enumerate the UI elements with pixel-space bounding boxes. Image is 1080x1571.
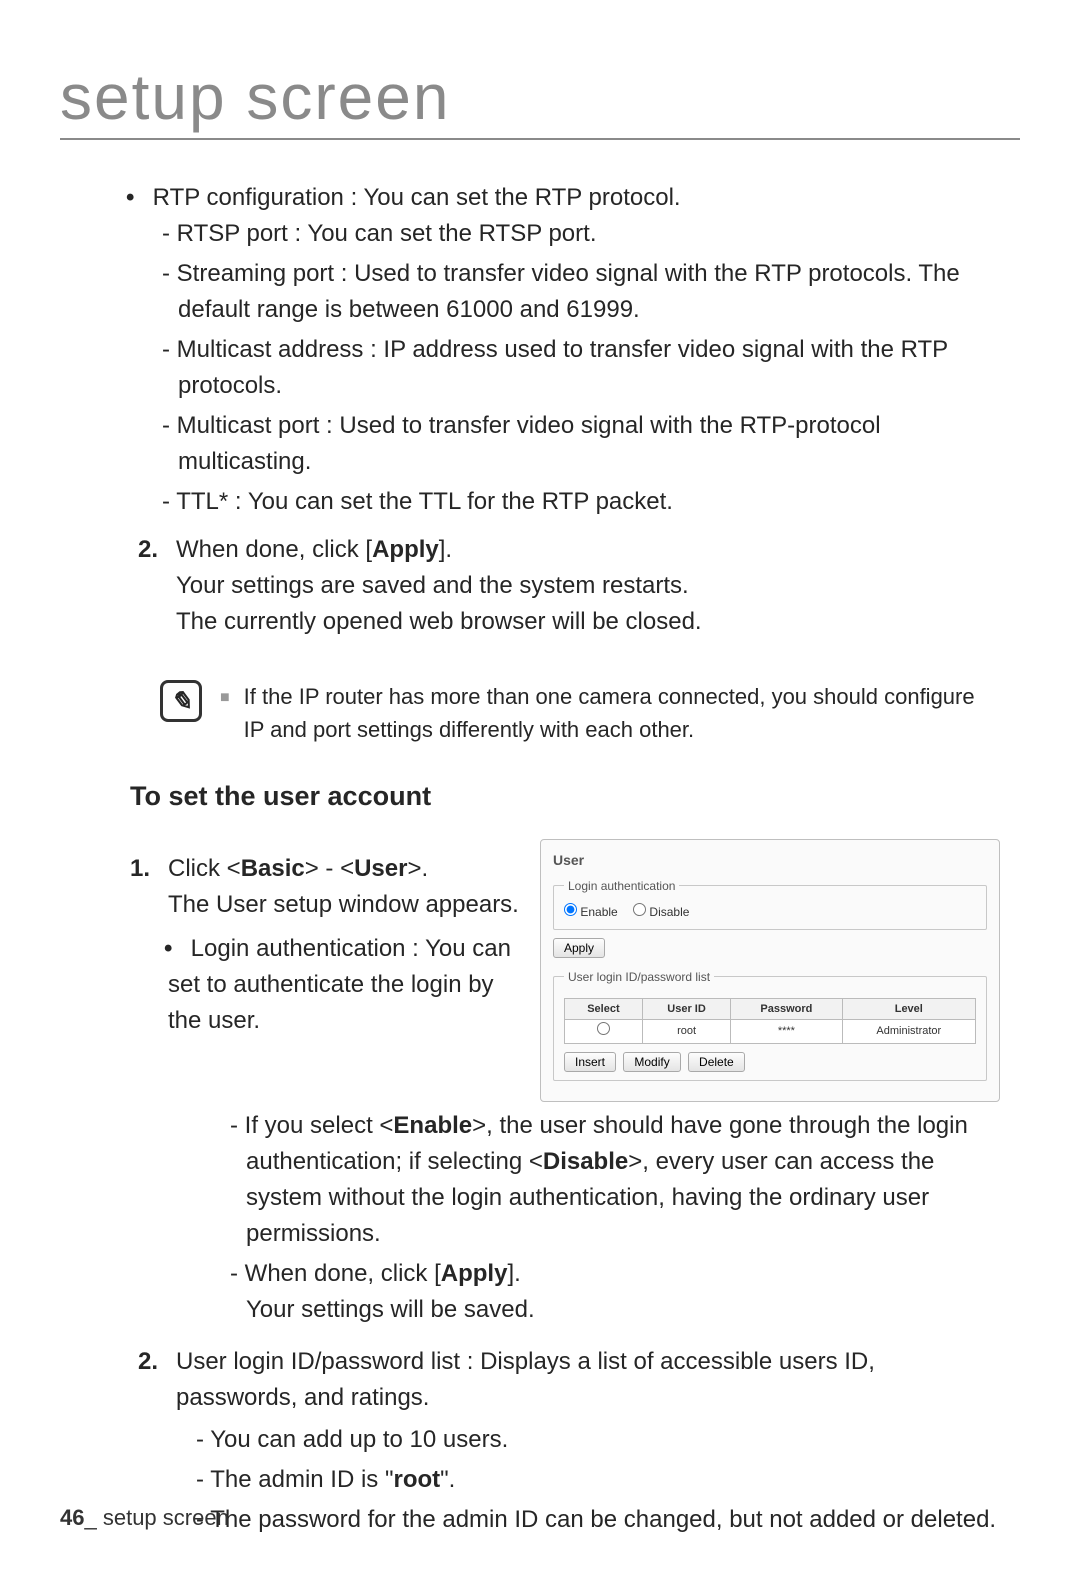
- table-row: root **** Administrator: [565, 1020, 976, 1044]
- th-level: Level: [842, 998, 975, 1020]
- s1-bullet: Login authentication : You can set to au…: [168, 935, 511, 1034]
- rtp-item-1: Streaming port : Used to transfer video …: [162, 256, 1000, 328]
- th-select: Select: [565, 998, 643, 1020]
- rtp-item-3: Multicast port : Used to transfer video …: [162, 408, 1000, 480]
- disable-label: Disable: [649, 905, 689, 919]
- s1-d1a: If you select <: [245, 1112, 394, 1139]
- step2-number: 2.: [138, 532, 166, 640]
- row-select-radio[interactable]: [597, 1022, 610, 1035]
- s1-d2-line2: Your settings will be saved.: [246, 1296, 535, 1323]
- insert-button[interactable]: Insert: [564, 1052, 616, 1072]
- user-list-legend: User login ID/password list: [564, 968, 714, 986]
- user-list-fieldset: User login ID/password list Select User …: [553, 968, 987, 1081]
- rtp-item-0: RTSP port : You can set the RTSP port.: [162, 216, 1000, 252]
- s1-disable-bold: Disable: [543, 1148, 628, 1175]
- page-title: setup screen: [60, 60, 1020, 140]
- s1-l1e: >.: [407, 855, 428, 882]
- footer-label: setup screen: [103, 1505, 229, 1530]
- s1-enable-bold: Enable: [393, 1112, 472, 1139]
- row-level: Administrator: [842, 1020, 975, 1044]
- page-number: 46: [60, 1505, 84, 1530]
- radio-disable[interactable]: Disable: [633, 905, 689, 919]
- rtp-item-2: Multicast address : IP address used to t…: [162, 332, 1000, 404]
- s2-root-bold: root: [393, 1466, 440, 1493]
- s1-user: User: [354, 855, 407, 882]
- step2-text-c: ].: [439, 536, 452, 563]
- s1-l2: The User setup window appears.: [168, 891, 519, 918]
- s1-l1a: Click <: [168, 855, 241, 882]
- login-auth-legend: Login authentication: [564, 877, 679, 895]
- th-userid: User ID: [642, 998, 730, 1020]
- s2-item-a: You can add up to 10 users.: [196, 1422, 1000, 1458]
- step2-text-a: When done, click [: [176, 536, 372, 563]
- note-icon: ✎: [160, 680, 202, 722]
- radio-enable[interactable]: Enable: [564, 905, 618, 919]
- s2-item-c: The password for the admin ID can be cha…: [196, 1502, 1000, 1538]
- page-footer: 46_ setup screen: [60, 1505, 229, 1531]
- s1-l1c: > - <: [305, 855, 354, 882]
- apply-label: Apply: [372, 536, 439, 563]
- s2-item-b: The admin ID is "root".: [196, 1462, 1000, 1498]
- user-panel-figure: User Login authentication Enable Disable…: [540, 839, 1000, 1102]
- user-table: Select User ID Password Level root **** …: [564, 998, 976, 1044]
- enable-label: Enable: [580, 905, 617, 919]
- modify-button[interactable]: Modify: [623, 1052, 680, 1072]
- apply-button[interactable]: Apply: [553, 938, 605, 958]
- s1-d2a: When done, click [: [245, 1260, 441, 1287]
- note-text: If the IP router has more than one camer…: [244, 680, 1000, 746]
- content-body: RTP configuration : You can set the RTP …: [60, 180, 1020, 1542]
- s2-b-pre: The admin ID is ": [210, 1466, 393, 1493]
- delete-button[interactable]: Delete: [688, 1052, 745, 1072]
- note-bullet-icon: ■: [220, 686, 230, 710]
- s1-basic: Basic: [241, 855, 305, 882]
- th-password: Password: [731, 998, 842, 1020]
- step2-line2: Your settings are saved and the system r…: [176, 572, 689, 599]
- s1-d2c: ].: [507, 1260, 520, 1287]
- step2-line3: The currently opened web browser will be…: [176, 608, 702, 635]
- rtp-item-4: TTL* : You can set the TTL for the RTP p…: [162, 484, 1000, 520]
- s1-dash2: When done, click [Apply]. Your settings …: [230, 1256, 1000, 1328]
- s2-text: User login ID/password list : Displays a…: [176, 1348, 875, 1411]
- s1-dash1: If you select <Enable>, the user should …: [230, 1108, 1000, 1252]
- row-password: ****: [731, 1020, 842, 1044]
- section-heading-user: To set the user account: [130, 776, 1000, 817]
- login-auth-fieldset: Login authentication Enable Disable: [553, 877, 987, 930]
- s1-apply-bold: Apply: [441, 1260, 508, 1287]
- s2-b-post: ".: [440, 1466, 455, 1493]
- panel-title: User: [553, 850, 987, 871]
- row-userid: root: [642, 1020, 730, 1044]
- rtp-intro: RTP configuration : You can set the RTP …: [153, 184, 681, 211]
- user-step1-num: 1.: [130, 851, 158, 1039]
